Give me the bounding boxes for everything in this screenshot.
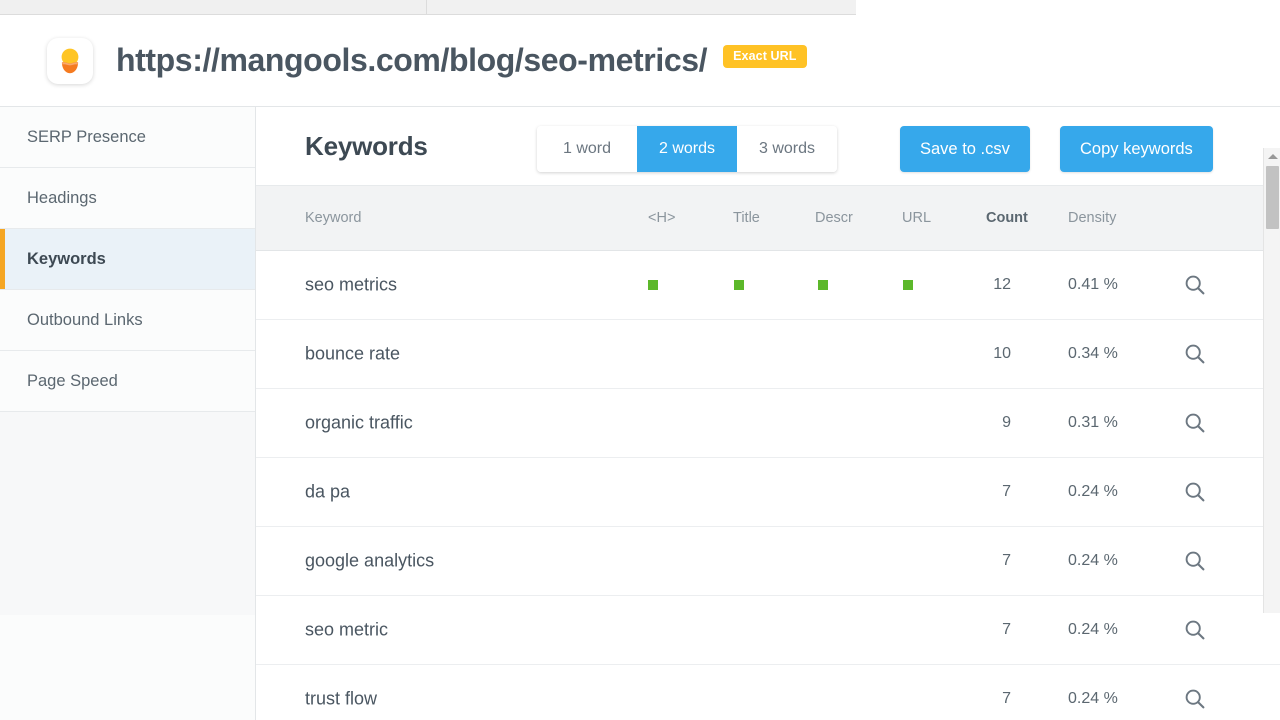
column-header-count[interactable]: Count [986, 210, 1028, 226]
save-to-csv-button[interactable]: Save to .csv [900, 126, 1030, 172]
cell-count: 7 [1002, 483, 1011, 500]
sidebar-item-outbound-links[interactable]: Outbound Links [0, 290, 255, 351]
magnifier-icon[interactable] [1184, 412, 1206, 434]
cell-keyword: organic traffic [305, 412, 413, 433]
keywords-table-body: seo metrics 12 0.41 % bounce rate 10 0.34 % or… [256, 251, 1280, 720]
table-row[interactable]: da pa 7 0.24 % [256, 458, 1280, 527]
cell-count: 12 [993, 276, 1011, 293]
status-badge: Exact URL [723, 45, 807, 68]
chrome-segment-right [427, 0, 856, 14]
cell-density: 0.24 % [1068, 621, 1118, 638]
sidebar-empty-area [0, 412, 255, 615]
cell-density: 0.24 % [1068, 690, 1118, 707]
magnifier-icon[interactable] [1184, 481, 1206, 503]
sidebar-item-label: Keywords [27, 249, 106, 268]
cell-keyword: da pa [305, 481, 351, 502]
sidebar-item-label: Outbound Links [27, 310, 143, 329]
cell-count: 9 [1002, 414, 1011, 431]
mango-favicon-icon [47, 37, 93, 84]
table-row[interactable]: trust flow 7 0.24 % [256, 665, 1280, 720]
cell-keyword: bounce rate [305, 343, 401, 364]
presence-marker-descr [818, 280, 828, 290]
column-header-keyword[interactable]: Keyword [305, 210, 361, 226]
scrollbar-thumb[interactable] [1265, 166, 1279, 229]
cell-keyword: google analytics [305, 550, 435, 571]
column-header-descr[interactable]: Descr [815, 210, 853, 226]
sidebar-item-label: SERP Presence [27, 127, 146, 146]
cell-keyword: trust flow [305, 688, 378, 709]
cell-density: 0.24 % [1068, 552, 1118, 569]
sidebar: SERP Presence Headings Keywords Outbound… [0, 107, 256, 720]
sidebar-item-label: Page Speed [27, 371, 118, 390]
magnifier-icon[interactable] [1184, 274, 1206, 296]
cell-count: 7 [1002, 621, 1011, 638]
sidebar-item-serp-presence[interactable]: SERP Presence [0, 107, 255, 168]
magnifier-icon[interactable] [1184, 619, 1206, 641]
cell-keyword: seo metrics [305, 274, 398, 295]
cell-density: 0.24 % [1068, 483, 1118, 500]
browser-chrome-strip [0, 0, 856, 15]
table-row[interactable]: google analytics 7 0.24 % [256, 527, 1280, 596]
column-header-h[interactable]: <H> [648, 210, 675, 226]
table-row[interactable]: organic traffic 9 0.31 % [256, 389, 1280, 458]
sidebar-item-headings[interactable]: Headings [0, 168, 255, 229]
cell-keyword: seo metric [305, 619, 389, 640]
vertical-scrollbar[interactable] [1263, 148, 1280, 613]
copy-keywords-button[interactable]: Copy keywords [1060, 126, 1213, 172]
tab-1-word[interactable]: 1 word [537, 126, 637, 172]
magnifier-icon[interactable] [1184, 688, 1206, 710]
presence-marker-title [734, 280, 744, 290]
cell-count: 7 [1002, 690, 1011, 707]
caret-up-icon[interactable] [1264, 148, 1280, 165]
word-count-tabs: 1 word 2 words 3 words [537, 126, 837, 172]
tab-2-words[interactable]: 2 words [637, 126, 737, 172]
cell-count: 7 [1002, 552, 1011, 569]
page-title: https://mangools.com/blog/seo-metrics/ [116, 42, 708, 78]
page-header: https://mangools.com/blog/seo-metrics/ E… [0, 15, 1280, 107]
magnifier-icon[interactable] [1184, 343, 1206, 365]
column-header-url[interactable]: URL [902, 210, 931, 226]
main-panel: Keywords 1 word 2 words 3 words Save to … [256, 107, 1280, 720]
panel-toolbar: Keywords 1 word 2 words 3 words Save to … [256, 107, 1280, 185]
table-header-row: Keyword <H> Title Descr URL Count Densit… [256, 185, 1280, 251]
sidebar-item-keywords[interactable]: Keywords [0, 229, 255, 290]
cell-density: 0.41 % [1068, 276, 1118, 293]
table-row[interactable]: seo metrics 12 0.41 % [256, 251, 1280, 320]
cell-density: 0.31 % [1068, 414, 1118, 431]
sidebar-item-page-speed[interactable]: Page Speed [0, 351, 255, 412]
chrome-segment-left [0, 0, 427, 14]
panel-title: Keywords [305, 130, 428, 161]
sidebar-item-label: Headings [27, 188, 97, 207]
cell-density: 0.34 % [1068, 345, 1118, 362]
table-row[interactable]: seo metric 7 0.24 % [256, 596, 1280, 665]
table-row[interactable]: bounce rate 10 0.34 % [256, 320, 1280, 389]
tab-3-words[interactable]: 3 words [737, 126, 837, 172]
presence-marker-url [903, 280, 913, 290]
presence-marker-h [648, 280, 658, 290]
cell-count: 10 [993, 345, 1011, 362]
magnifier-icon[interactable] [1184, 550, 1206, 572]
column-header-density[interactable]: Density [1068, 210, 1116, 226]
column-header-title[interactable]: Title [733, 210, 760, 226]
